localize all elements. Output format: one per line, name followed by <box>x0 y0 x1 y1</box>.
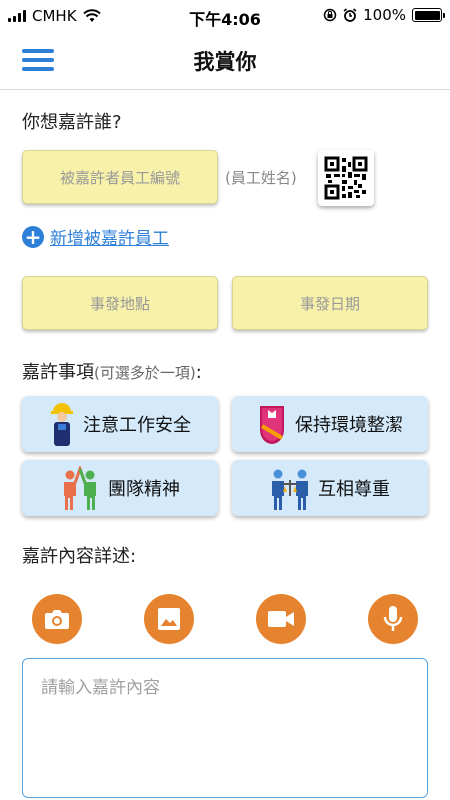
video-icon <box>268 611 294 627</box>
praise-details-textarea[interactable] <box>22 658 428 798</box>
video-button[interactable] <box>256 594 306 644</box>
microphone-icon <box>383 606 403 631</box>
praise-clean-label: 保持環境整潔 <box>295 415 403 436</box>
praise-respect-button[interactable]: 互相尊重 <box>232 460 428 516</box>
event-location-input[interactable]: 事發地點 <box>22 276 218 330</box>
praise-teamwork-label: 團隊精神 <box>108 479 180 500</box>
qr-scan-button[interactable] <box>318 150 374 206</box>
praise-respect-label: 互相尊重 <box>318 479 390 500</box>
praise-clean-button[interactable]: 保持環境整潔 <box>232 396 428 452</box>
qr-code-icon <box>324 156 368 200</box>
camera-icon <box>45 610 69 629</box>
event-date-input[interactable]: 事發日期 <box>232 276 428 330</box>
teamwork-icon <box>64 466 96 510</box>
battery-icon <box>412 8 445 22</box>
battery-percent: 100% <box>363 6 406 24</box>
camera-button[interactable] <box>32 594 82 644</box>
image-icon <box>158 608 180 630</box>
praise-safety-label: 注意工作安全 <box>83 415 191 436</box>
employee-name-text: (員工姓名) <box>225 169 297 187</box>
page-title: 我賞你 <box>193 50 257 74</box>
orientation-lock-icon <box>323 8 337 22</box>
praise-safety-button[interactable]: 注意工作安全 <box>22 396 218 452</box>
details-label: 嘉許內容詳述: <box>22 546 137 567</box>
praise-hint: (可選多於一項) <box>94 364 196 382</box>
add-employee-link[interactable]: + 新增被嘉許員工 <box>22 224 169 249</box>
add-circle-icon: + <box>22 225 44 248</box>
alarm-icon <box>343 8 357 22</box>
praise-label: 嘉許事項(可選多於一項): <box>22 358 202 384</box>
app-header: 我賞你 <box>0 32 450 90</box>
employee-id-input[interactable]: 被嘉許者員工編號 <box>22 150 218 204</box>
add-employee-label: 新增被嘉許員工 <box>50 229 169 249</box>
recipient-label: 你想嘉許誰? <box>22 112 122 133</box>
clean-shield-icon <box>260 406 284 444</box>
safety-worker-icon <box>51 403 73 446</box>
praise-teamwork-button[interactable]: 團隊精神 <box>22 460 218 516</box>
microphone-button[interactable] <box>368 594 418 644</box>
image-button[interactable] <box>144 594 194 644</box>
battery-fill <box>414 10 440 20</box>
status-bar: CMHK 下午4:06 100% <box>0 0 450 32</box>
praise-label-colon: : <box>195 362 202 383</box>
respect-icon <box>272 469 308 510</box>
status-right: 100% <box>323 6 445 24</box>
praise-label-text: 嘉許事項 <box>22 362 94 383</box>
